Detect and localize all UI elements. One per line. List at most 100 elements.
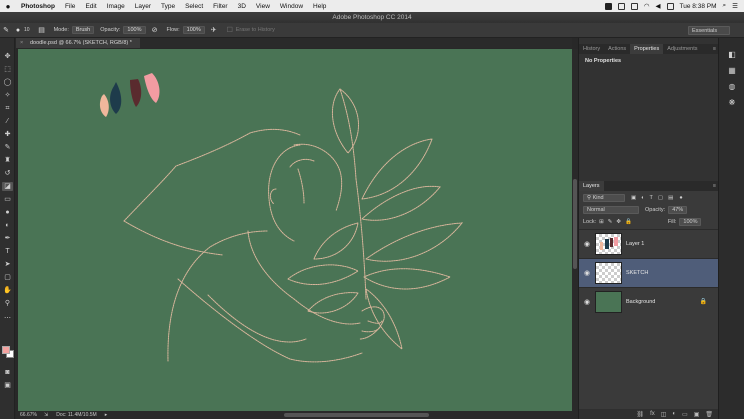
filter-type-icon[interactable]: T bbox=[650, 195, 653, 201]
tab-history[interactable]: History bbox=[579, 44, 604, 54]
apple-icon[interactable]: ● bbox=[0, 2, 16, 11]
filter-pixel-icon[interactable]: ▣ bbox=[631, 195, 636, 201]
filter-smart-icon[interactable]: ▤ bbox=[668, 195, 673, 201]
cloud-icon[interactable] bbox=[617, 2, 625, 10]
add-mask-icon[interactable]: ◫ bbox=[661, 411, 667, 418]
brush-panel-dock-icon[interactable]: ❋ bbox=[727, 98, 737, 108]
erase-history-checkbox[interactable]: ☐ bbox=[224, 25, 236, 35]
tab-actions[interactable]: Actions bbox=[604, 44, 630, 54]
battery-icon[interactable] bbox=[666, 2, 674, 10]
gradient-icon[interactable]: ▭ bbox=[2, 195, 13, 204]
tab-layers[interactable]: Layers bbox=[579, 181, 604, 191]
menu-photoshop[interactable]: Photoshop bbox=[16, 3, 60, 10]
marquee-icon[interactable]: ⬚ bbox=[2, 65, 13, 74]
lasso-icon[interactable]: ◯ bbox=[2, 78, 13, 87]
eyedropper-icon[interactable]: ⁄ bbox=[2, 117, 13, 126]
brush-preset-icon[interactable]: ● bbox=[12, 25, 24, 35]
layer-row-sketch[interactable]: ◉ SKETCH bbox=[579, 258, 719, 287]
move-icon[interactable]: ✥ bbox=[2, 52, 13, 61]
mode-dropdown[interactable]: Brush bbox=[71, 26, 95, 34]
canvas[interactable] bbox=[18, 49, 572, 411]
filter-toggle-icon[interactable]: ● bbox=[679, 195, 682, 201]
layers-menu-icon[interactable]: ≡ bbox=[713, 181, 716, 191]
airbrush-icon[interactable]: ✈ bbox=[208, 25, 220, 35]
layer-name[interactable]: Layer 1 bbox=[626, 241, 644, 247]
menu-type[interactable]: Type bbox=[156, 3, 180, 10]
type-icon[interactable]: T bbox=[2, 247, 13, 256]
blend-mode-dropdown[interactable]: Normal bbox=[583, 205, 639, 214]
history-brush-icon[interactable]: ↺ bbox=[2, 169, 13, 178]
trash-icon[interactable]: 🗑 bbox=[705, 411, 713, 418]
quick-mask-icon[interactable]: ◙ bbox=[2, 368, 13, 377]
brush-panel-icon[interactable]: ▤ bbox=[36, 25, 48, 35]
brush-size-value[interactable]: 10 bbox=[24, 27, 30, 33]
crop-icon[interactable]: ⌗ bbox=[2, 104, 13, 113]
color-panel-icon[interactable]: ◧ bbox=[727, 50, 737, 60]
lock-pixels-icon[interactable]: ✎ bbox=[608, 219, 613, 225]
status-menu-icon[interactable]: ▸ bbox=[97, 411, 108, 419]
link-layers-icon[interactable]: ⛓ bbox=[636, 411, 644, 418]
filter-kind-dropdown[interactable]: ⚲ Kind bbox=[583, 193, 625, 202]
notification-center-icon[interactable]: ☰ bbox=[732, 2, 738, 10]
dodge-icon[interactable]: ◐ bbox=[2, 221, 13, 230]
menu-layer[interactable]: Layer bbox=[130, 3, 156, 10]
filter-adjust-icon[interactable]: ◐ bbox=[641, 195, 644, 201]
lock-transparent-icon[interactable]: ⊞ bbox=[599, 219, 604, 225]
layer-row-layer-1[interactable]: ◉ Layer 1 bbox=[579, 229, 719, 258]
erase-history-label[interactable]: Erase to History bbox=[236, 27, 275, 33]
menu-file[interactable]: File bbox=[60, 3, 80, 10]
edit-toolbar-icon[interactable]: ⋯ bbox=[2, 314, 13, 323]
zoom-icon[interactable]: ⚲ bbox=[2, 299, 13, 308]
brush-icon[interactable]: ✎ bbox=[2, 143, 13, 152]
pen-icon[interactable]: ✒ bbox=[2, 234, 13, 243]
filter-shape-icon[interactable]: ▢ bbox=[658, 195, 663, 201]
tool-preset-icon[interactable]: ✎ bbox=[0, 25, 12, 35]
workspace-dropdown[interactable]: Essentials bbox=[688, 26, 730, 35]
fill-field[interactable]: 100% bbox=[679, 217, 702, 226]
eraser-icon[interactable]: ◪ bbox=[2, 182, 13, 191]
quick-select-icon[interactable]: ✧ bbox=[2, 91, 13, 100]
menu-help[interactable]: Help bbox=[308, 3, 331, 10]
display-icon[interactable] bbox=[630, 2, 638, 10]
layer-name[interactable]: SKETCH bbox=[626, 270, 648, 276]
layer-row-background[interactable]: ◉ Background 🔒 bbox=[579, 287, 719, 316]
healing-icon[interactable]: ✚ bbox=[2, 130, 13, 139]
styles-panel-icon[interactable]: ◍ bbox=[727, 82, 737, 92]
menu-view[interactable]: View bbox=[251, 3, 275, 10]
pressure-opacity-icon[interactable]: ⊘ bbox=[149, 25, 161, 35]
clock-text[interactable]: Tue 8:38 PM bbox=[680, 3, 717, 10]
export-icon[interactable]: ⇲ bbox=[40, 411, 48, 419]
swatches-panel-icon[interactable]: ▦ bbox=[727, 66, 737, 76]
eye-icon[interactable]: ◉ bbox=[584, 298, 590, 306]
menu-3d[interactable]: 3D bbox=[233, 3, 251, 10]
new-layer-icon[interactable]: ▣ bbox=[694, 411, 700, 418]
menu-edit[interactable]: Edit bbox=[80, 3, 101, 10]
menu-image[interactable]: Image bbox=[102, 3, 130, 10]
tab-properties[interactable]: Properties bbox=[630, 44, 664, 54]
menu-filter[interactable]: Filter bbox=[208, 3, 232, 10]
document-tab[interactable]: × doodle.psd @ 66.7% (SKETCH, RGB/8) * bbox=[16, 38, 140, 48]
tab-adjustments[interactable]: Adjustments bbox=[663, 44, 701, 54]
wifi-icon[interactable]: ◠ bbox=[644, 2, 650, 10]
volume-icon[interactable]: ◀ bbox=[656, 2, 661, 10]
stamp-icon[interactable]: ♜ bbox=[2, 156, 13, 165]
lock-all-icon[interactable]: 🔒 bbox=[625, 219, 632, 225]
horizontal-scrollbar[interactable] bbox=[284, 413, 429, 417]
layer-opacity-field[interactable]: 47% bbox=[668, 205, 688, 214]
path-select-icon[interactable]: ➤ bbox=[2, 260, 13, 269]
blur-icon[interactable]: ● bbox=[2, 208, 13, 217]
zoom-level[interactable]: 66.67% bbox=[16, 411, 40, 419]
foreground-color-swatch[interactable] bbox=[2, 346, 10, 354]
new-group-icon[interactable]: ▭ bbox=[682, 411, 688, 418]
menu-select[interactable]: Select bbox=[180, 3, 208, 10]
doc-size[interactable]: Doc: 11.4M/10.5M bbox=[48, 411, 96, 419]
hand-icon[interactable]: ✋ bbox=[2, 286, 13, 295]
app-status-icon[interactable] bbox=[604, 2, 612, 10]
shape-icon[interactable]: ▢ bbox=[2, 273, 13, 282]
eye-icon[interactable]: ◉ bbox=[584, 240, 590, 248]
eye-icon[interactable]: ◉ bbox=[584, 269, 590, 277]
opacity-field[interactable]: 100% bbox=[123, 26, 146, 34]
screen-mode-icon[interactable]: ▣ bbox=[2, 381, 13, 390]
close-tab-icon[interactable]: × bbox=[20, 38, 23, 48]
panel-menu-icon[interactable]: ≡ bbox=[713, 44, 716, 54]
